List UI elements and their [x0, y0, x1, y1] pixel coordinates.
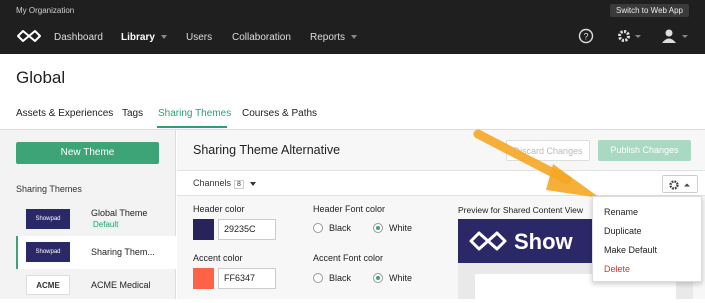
- menu-item-duplicate[interactable]: Duplicate: [604, 226, 642, 236]
- theme-options-menu: Rename Duplicate Make Default Delete: [592, 196, 702, 282]
- menu-item-make-default[interactable]: Make Default: [604, 245, 657, 255]
- menu-item-rename[interactable]: Rename: [604, 207, 638, 217]
- menu-item-delete[interactable]: Delete: [604, 264, 630, 274]
